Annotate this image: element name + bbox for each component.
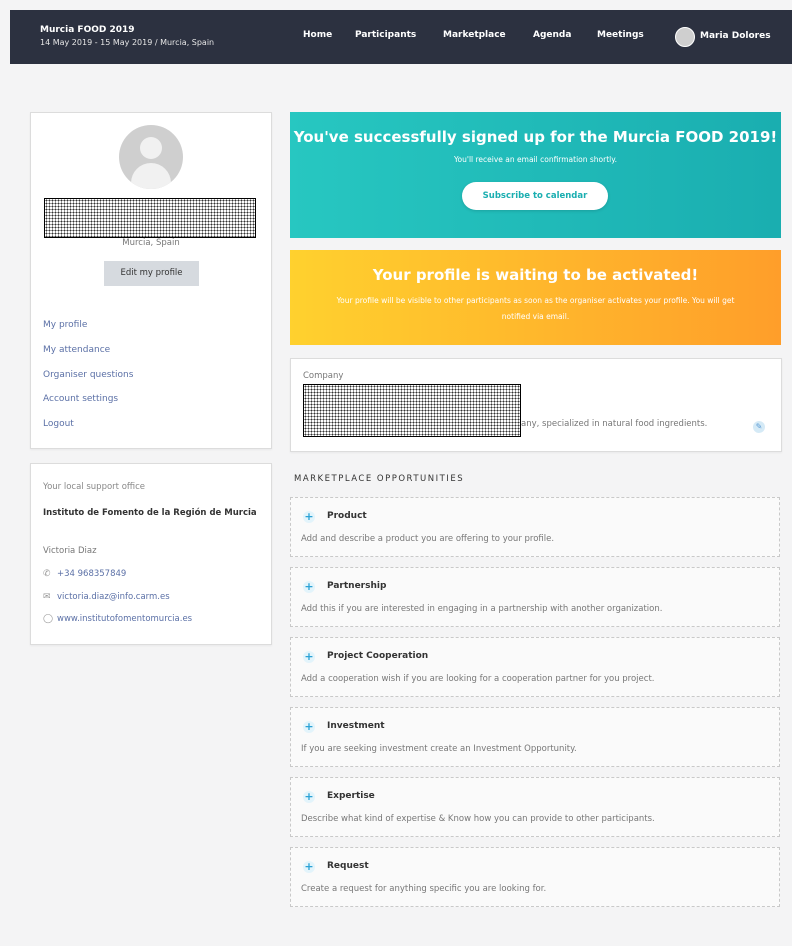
profile-card: Murcia, Spain Edit my profile My profile… [30, 112, 272, 449]
edit-profile-button[interactable]: Edit my profile [104, 261, 199, 286]
edit-pencil-icon[interactable]: ✎ [753, 421, 765, 433]
opportunity-desc: Add a cooperation wish if you are lookin… [301, 674, 655, 684]
mail-icon: ✉ [43, 592, 51, 602]
opportunity-title: Expertise [327, 791, 375, 801]
support-title: Your local support office [43, 482, 146, 492]
phone-icon: ✆ [43, 569, 51, 579]
opportunity-desc: Add this if you are interested in engagi… [301, 604, 663, 614]
plus-icon: + [303, 580, 315, 593]
activation-banner-subtitle: Your profile will be visible to other pa… [336, 296, 735, 321]
plus-icon: + [303, 860, 315, 873]
menu-my-attendance[interactable]: My attendance [43, 345, 110, 355]
activation-banner: Your profile is waiting to be activated!… [290, 250, 781, 345]
nav-home[interactable]: Home [303, 30, 332, 40]
globe-icon: ◯ [43, 614, 54, 624]
activation-banner-title: Your profile is waiting to be activated! [372, 266, 699, 284]
support-person: Victoria Diaz [43, 546, 97, 556]
support-phone[interactable]: ✆ +34 968357849 [43, 569, 126, 579]
nav-agenda[interactable]: Agenda [533, 30, 571, 40]
redacted-company [303, 384, 521, 437]
menu-my-profile[interactable]: My profile [43, 320, 87, 330]
nav-participants[interactable]: Participants [355, 30, 416, 40]
company-card: Company any, specialized in natural food… [290, 358, 782, 452]
opportunity-desc: Create a request for anything specific y… [301, 884, 547, 894]
plus-icon: + [303, 720, 315, 733]
plus-icon: + [303, 510, 315, 523]
profile-avatar-icon[interactable] [119, 125, 183, 189]
signup-banner-title: You've successfully signed up for the Mu… [293, 128, 778, 146]
opportunity-title: Product [327, 511, 367, 521]
opportunity-product[interactable]: + Product Add and describe a product you… [290, 497, 780, 557]
user-menu[interactable]: Maria Dolores [700, 31, 771, 41]
opportunity-project-cooperation[interactable]: + Project Cooperation Add a cooperation … [290, 637, 780, 697]
company-description: any, specialized in natural food ingredi… [521, 419, 708, 429]
subscribe-calendar-button[interactable]: Subscribe to calendar [462, 182, 608, 210]
opportunity-partnership[interactable]: + Partnership Add this if you are intere… [290, 567, 780, 627]
opportunity-investment[interactable]: + Investment If you are seeking investme… [290, 707, 780, 767]
menu-organiser-questions[interactable]: Organiser questions [43, 370, 133, 380]
opportunity-desc: Add and describe a product you are offer… [301, 534, 555, 544]
opportunity-expertise[interactable]: + Expertise Describe what kind of expert… [290, 777, 780, 837]
support-email[interactable]: ✉ victoria.diaz@info.carm.es [43, 592, 170, 602]
top-navbar: Murcia FOOD 2019 14 May 2019 - 15 May 20… [10, 10, 792, 64]
user-avatar-icon[interactable] [675, 27, 695, 47]
profile-location: Murcia, Spain [122, 238, 180, 248]
support-organisation: Instituto de Fomento de la Región de Mur… [43, 508, 257, 518]
opportunity-title: Investment [327, 721, 385, 731]
opportunity-desc: If you are seeking investment create an … [301, 744, 577, 754]
plus-icon: + [303, 650, 315, 663]
signup-banner-subtitle: You'll receive an email confirmation sho… [453, 155, 618, 164]
opportunity-title: Partnership [327, 581, 387, 591]
opportunity-title: Project Cooperation [327, 651, 429, 661]
opportunity-title: Request [327, 861, 369, 871]
plus-icon: + [303, 790, 315, 803]
nav-marketplace[interactable]: Marketplace [443, 30, 506, 40]
menu-account-settings[interactable]: Account settings [43, 394, 118, 404]
redacted-name [44, 198, 256, 238]
event-name[interactable]: Murcia FOOD 2019 [40, 25, 135, 35]
support-card: Your local support office Instituto de F… [30, 463, 272, 645]
event-details: 14 May 2019 - 15 May 2019 / Murcia, Spai… [40, 38, 215, 47]
menu-logout[interactable]: Logout [43, 419, 74, 429]
opportunity-request[interactable]: + Request Create a request for anything … [290, 847, 780, 907]
nav-meetings[interactable]: Meetings [597, 30, 644, 40]
marketplace-heading: MARKETPLACE OPPORTUNITIES [294, 474, 465, 484]
signup-success-banner: You've successfully signed up for the Mu… [290, 112, 781, 238]
company-label: Company [303, 371, 344, 381]
opportunity-desc: Describe what kind of expertise & Know h… [301, 814, 655, 824]
support-website[interactable]: ◯ www.institutofomentomurcia.es [43, 614, 192, 624]
